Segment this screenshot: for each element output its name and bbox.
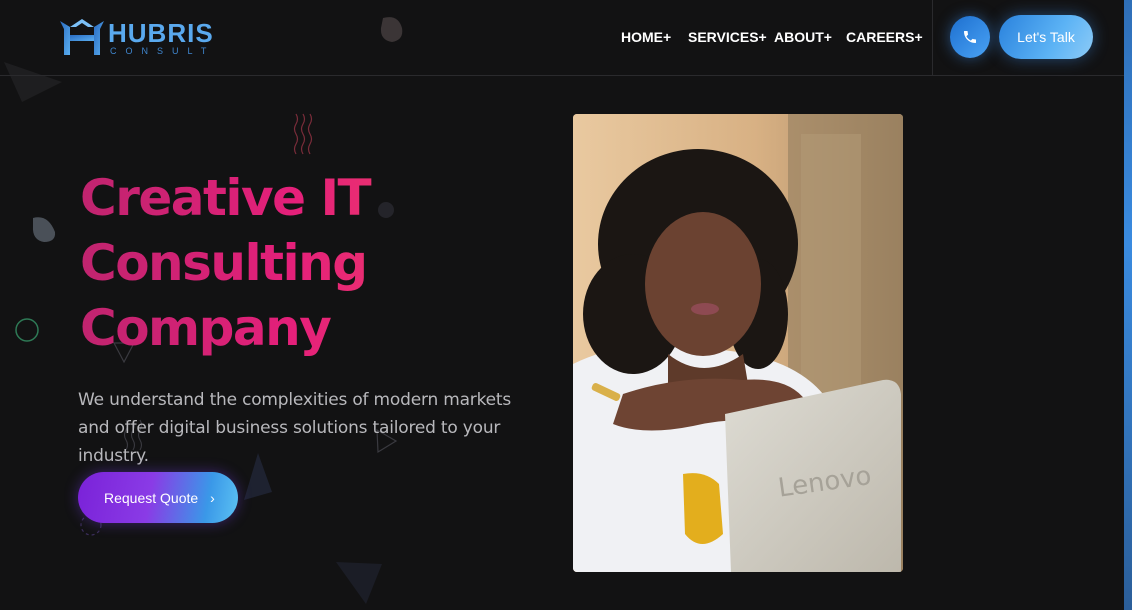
brand-sub: CONSULT xyxy=(110,46,216,56)
deco-blob-left xyxy=(32,217,56,242)
hubris-logo-icon xyxy=(60,19,104,55)
hero-title: Creative IT Consulting Company xyxy=(80,166,440,361)
phone-button[interactable] xyxy=(950,16,990,58)
request-quote-button[interactable]: Request Quote › xyxy=(78,472,238,523)
nav-item-home[interactable]: HOME+ xyxy=(621,29,688,45)
lets-talk-button[interactable]: Let's Talk xyxy=(999,15,1093,59)
brand-name: HUBRIS xyxy=(108,18,214,48)
hero-description: We understand the complexities of modern… xyxy=(78,390,512,466)
brand-text: HUBRIS CONSULT xyxy=(108,20,215,56)
main-nav: HOME+ SERVICES+ ABOUT+ CAREERS+ xyxy=(621,29,923,45)
chevron-right-icon: › xyxy=(210,489,215,506)
request-quote-label: Request Quote xyxy=(104,489,199,506)
nav-item-services[interactable]: SERVICES+ xyxy=(688,29,774,45)
nav-item-about[interactable]: ABOUT+ xyxy=(774,29,846,45)
deco-ring-green xyxy=(15,318,39,342)
nav-item-careers[interactable]: CAREERS+ xyxy=(846,29,923,45)
hero-title-line: Creative IT xyxy=(80,169,371,227)
deco-squiggles xyxy=(293,113,313,155)
scrollbar-track[interactable] xyxy=(1124,0,1132,610)
site-header: HUBRIS CONSULT HOME+ SERVICES+ ABOUT+ CA… xyxy=(0,0,1124,76)
deco-triangle-bottom xyxy=(336,562,382,604)
header-divider xyxy=(932,0,933,76)
page: HUBRIS CONSULT HOME+ SERVICES+ ABOUT+ CA… xyxy=(0,0,1132,610)
hero-photo: Lenovo xyxy=(573,114,903,572)
scrollbar-thumb[interactable] xyxy=(1124,0,1132,610)
phone-icon xyxy=(964,31,976,43)
brand-logo[interactable]: HUBRIS CONSULT xyxy=(58,16,215,60)
hero-title-line: Company xyxy=(80,299,331,357)
hero-title-line: Consulting xyxy=(80,234,367,292)
woman-with-laptop-image: Lenovo xyxy=(573,114,903,572)
